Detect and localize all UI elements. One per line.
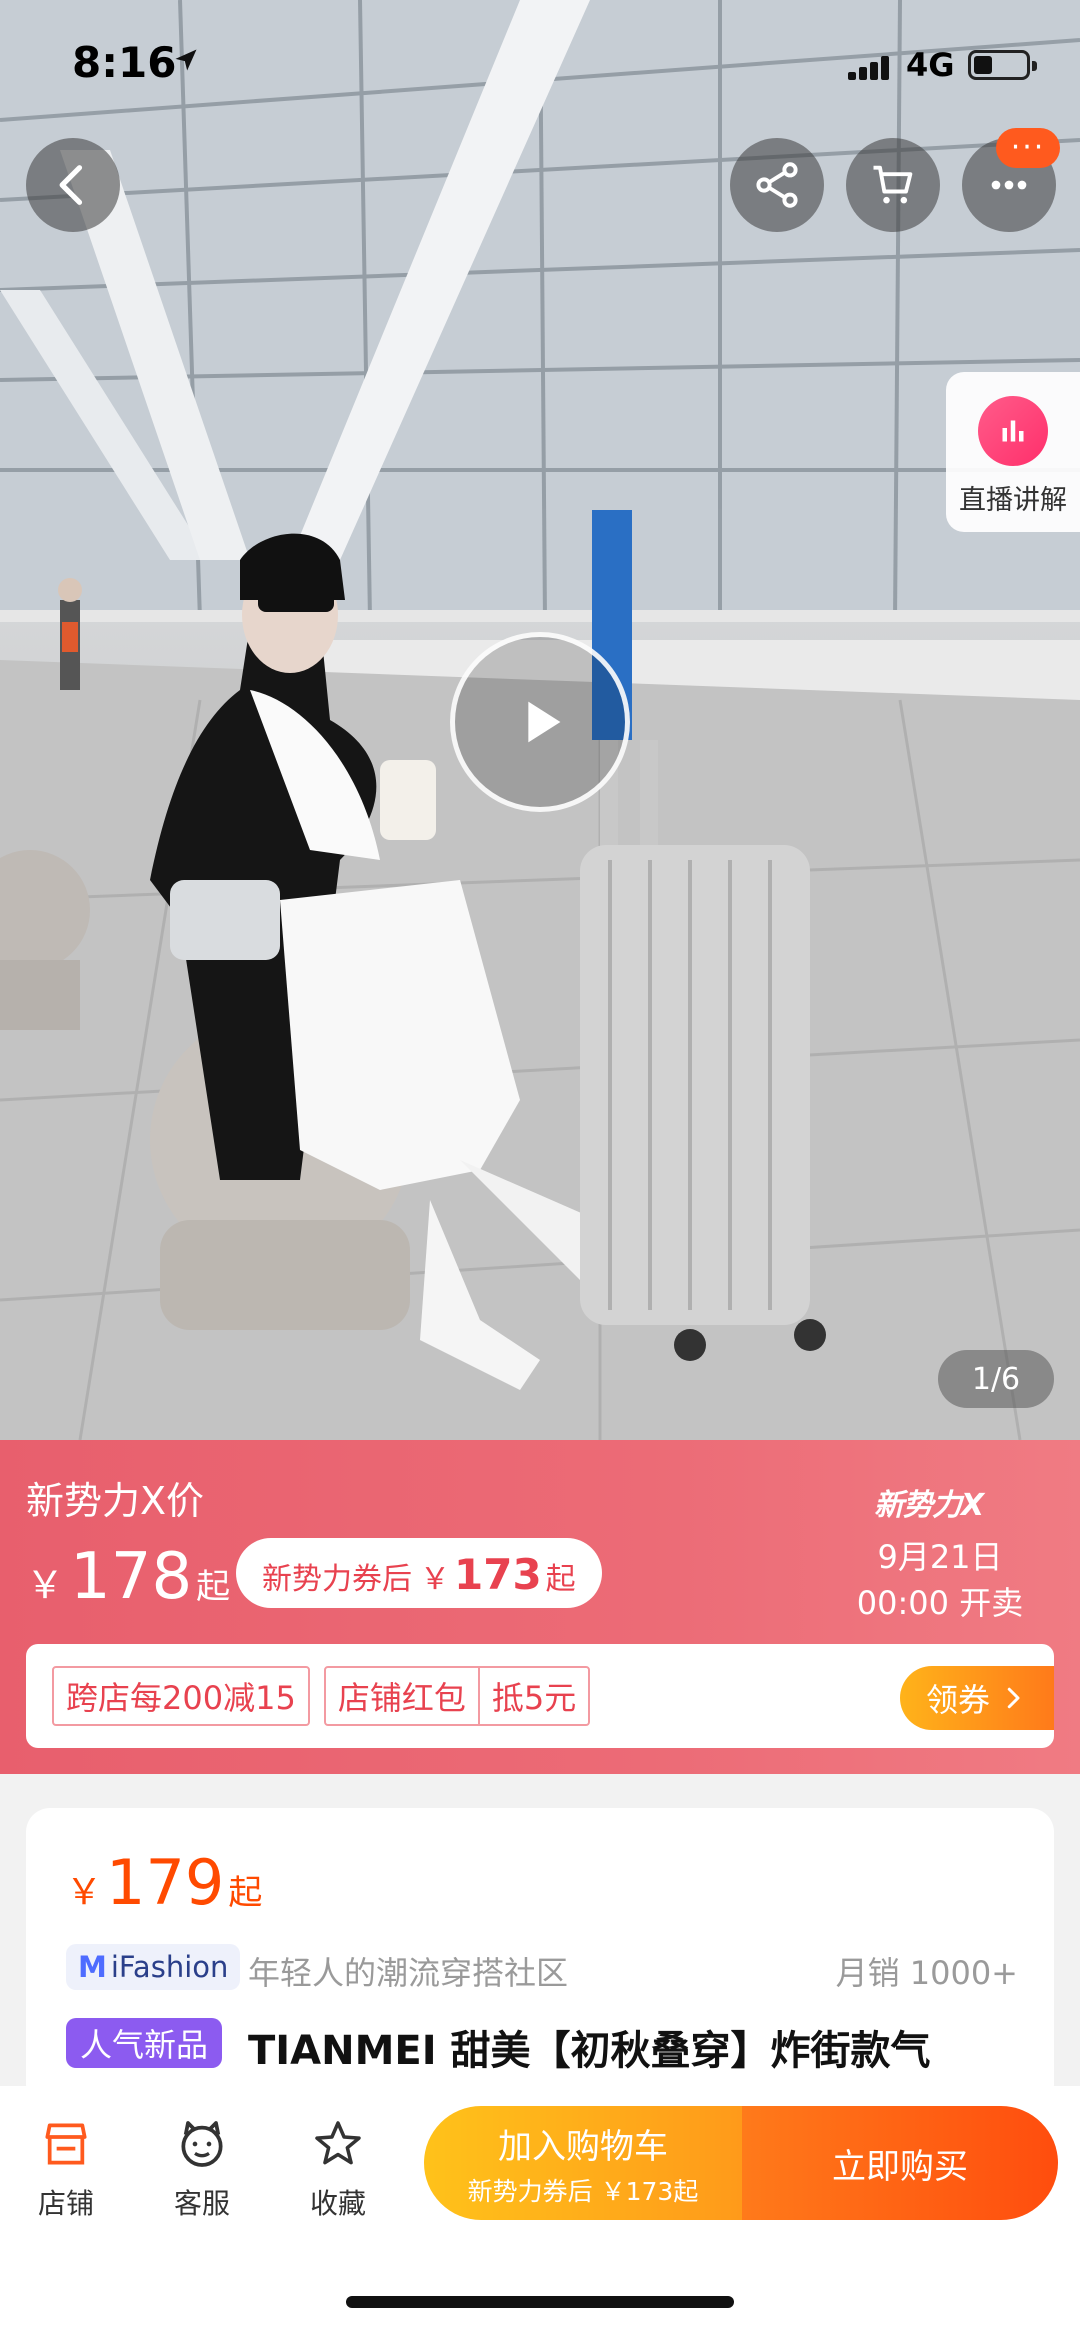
promo-price-yen: ￥ [26, 1563, 65, 1607]
purchase-actions: 加入购物车 新势力券后 ￥173起 立即购买 [424, 2106, 1058, 2220]
new-force-brand-logo: 新势力X [874, 1488, 984, 1523]
status-bar: 8:16 4G [0, 0, 1080, 130]
coupon-price-label: 新势力券后 [262, 1562, 412, 1597]
shop-red-packet-label: 店铺红包 [337, 1679, 466, 1717]
ifashion-label: iFashion [110, 1950, 229, 1984]
coupon-strip[interactable]: 跨店每200减15 店铺红包 抵5元 领券 [26, 1644, 1054, 1748]
product-price-suffix: 起 [228, 1873, 263, 1913]
share-icon [756, 162, 798, 208]
product-price-value: 179 [106, 1846, 225, 1919]
add-to-cart-button[interactable]: 加入购物车 新势力券后 ￥173起 [424, 2106, 742, 2220]
live-explain-button[interactable]: 直播讲解 [946, 372, 1080, 532]
product-page: 8:16 4G ··· 直播讲解 1/6 新势力X价 ￥ 178 起 新势力券后… [0, 0, 1080, 2339]
shop-red-packet-value: 抵5元 [477, 1668, 588, 1724]
product-price-yen: ￥ [66, 1872, 103, 1913]
network-type: 4G [906, 46, 955, 84]
product-hero-image[interactable]: 8:16 4G ··· 直播讲解 1/6 [0, 0, 1080, 1440]
chevron-right-icon [1007, 1687, 1020, 1709]
promo-banner: 新势力X价 ￥ 178 起 新势力券后 ￥ 173 起 新势力X 9月21日 0… [0, 1440, 1080, 1774]
favorite-nav-label: 收藏 [309, 2187, 366, 2220]
product-title: TIANMEI 甜美【初秋叠穿】炸街款气 [248, 2028, 931, 2074]
back-button[interactable] [26, 138, 120, 232]
notification-badge: ··· [996, 128, 1060, 168]
service-icon [181, 2121, 223, 2167]
shop-nav-label: 店铺 [37, 2187, 94, 2220]
play-video-button[interactable] [450, 632, 630, 812]
shop-red-packet-tag: 店铺红包 抵5元 [323, 1666, 591, 1726]
coupon-price-suffix: 起 [545, 1562, 576, 1597]
add-to-cart-sub-label: 新势力券后 ￥173起 [467, 2176, 699, 2206]
live-explain-label: 直播讲解 [959, 485, 1067, 516]
signal-icon [848, 56, 892, 80]
chevron-left-icon [59, 165, 83, 205]
sale-date: 9月21日 [877, 1538, 1003, 1576]
image-page-indicator: 1/6 [938, 1350, 1054, 1408]
buy-now-label: 立即购买 [832, 2146, 968, 2187]
status-time: 8:16 [72, 38, 177, 87]
product-info-card: ￥ 179 起 M iFashion 年轻人的潮流穿搭社区 月销 1000+ 人… [26, 1808, 1054, 2108]
promo-price: ￥ 178 起 [26, 1540, 230, 1614]
favorite-button[interactable]: 收藏 [278, 2116, 398, 2222]
sale-time: 00:00 开卖 [856, 1584, 1024, 1622]
promo-price-value: 178 [70, 1540, 193, 1614]
get-coupon-button[interactable]: 领券 [900, 1666, 1054, 1730]
store-icon [45, 2123, 87, 2165]
get-coupon-label: 领券 [925, 1681, 990, 1719]
bottom-action-bar: 店铺 客服 收藏 加入购物车 新势力券后 ￥173起 立即购买 [0, 2086, 1080, 2339]
product-price: ￥ 179 起 [66, 1846, 262, 1919]
live-bars-icon [978, 396, 1048, 466]
cart-button[interactable] [846, 138, 940, 232]
battery-icon [968, 50, 1037, 80]
add-to-cart-label: 加入购物车 [498, 2126, 668, 2167]
coupon-price-pill: 新势力券后 ￥ 173 起 [236, 1538, 602, 1608]
star-icon [315, 2121, 361, 2165]
buy-now-button[interactable]: 立即购买 [742, 2106, 1058, 2220]
cross-store-discount-tag: 跨店每200减15 [52, 1666, 310, 1726]
home-indicator[interactable] [346, 2296, 734, 2308]
play-icon [528, 701, 561, 743]
new-product-badge: 人气新品 [66, 2018, 223, 2068]
shop-nav-button[interactable]: 店铺 [6, 2116, 126, 2222]
ifashion-slogan: 年轻人的潮流穿搭社区 [248, 1954, 569, 1992]
promo-title: 新势力X价 [26, 1479, 205, 1523]
cart-icon [873, 165, 913, 204]
coupon-price-yen: ￥ [420, 1562, 450, 1597]
location-arrow-icon [175, 49, 197, 71]
promo-price-suffix: 起 [196, 1567, 231, 1607]
coupon-price-value: 173 [454, 1550, 542, 1599]
ifashion-badge[interactable]: M iFashion [66, 1944, 241, 1990]
customer-service-button[interactable]: 客服 [142, 2116, 262, 2222]
share-button[interactable] [730, 138, 824, 232]
monthly-sales: 月销 1000+ [835, 1954, 1018, 1992]
ifashion-logo-icon: M [78, 1950, 107, 1984]
service-nav-label: 客服 [173, 2187, 230, 2220]
